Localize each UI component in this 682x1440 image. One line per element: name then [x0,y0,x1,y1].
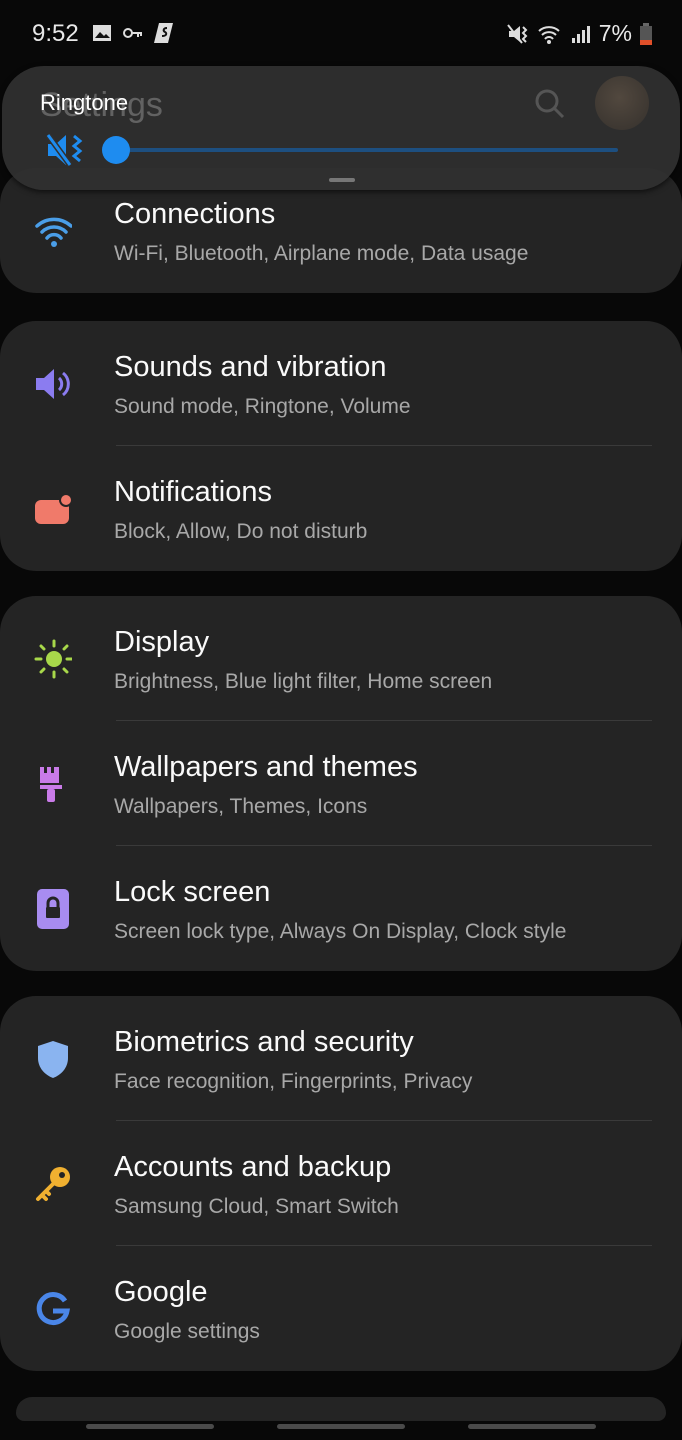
signal-icon [571,25,590,43]
item-title: Biometrics and security [114,1026,414,1058]
settings-item-lock-screen[interactable]: Lock screen Screen lock type, Always On … [0,846,682,971]
item-title: Wallpapers and themes [114,751,418,783]
settings-group-4: Biometrics and security Face recognition… [0,996,682,1371]
expand-handle[interactable] [329,178,355,182]
settings-item-accounts[interactable]: Accounts and backup Samsung Cloud, Smart… [0,1121,682,1246]
settings-group-3: Display Brightness, Blue light filter, H… [0,596,682,971]
vibrate-mute-icon[interactable] [46,132,86,168]
item-title: Lock screen [114,876,271,908]
settings-item-display[interactable]: Display Brightness, Blue light filter, H… [0,596,682,721]
notification-icon [35,493,72,524]
item-subtitle: Sound mode, Ringtone, Volume [114,395,411,418]
item-subtitle: Block, Allow, Do not disturb [114,520,368,543]
google-icon [36,1292,70,1326]
wifi-icon [538,25,560,44]
settings-item-wallpapers[interactable]: Wallpapers and themes Wallpapers, Themes… [0,721,682,846]
volume-panel-background [2,66,680,190]
settings-group-2: Sounds and vibration Sound mode, Rington… [0,321,682,571]
item-subtitle: Wi-Fi, Bluetooth, Airplane mode, Data us… [114,242,529,265]
settings-group-5-partial [16,1397,666,1421]
lock-icon [37,889,69,929]
volume-slider-thumb[interactable] [102,136,130,164]
wifi-icon [35,217,72,247]
item-title: Sounds and vibration [114,351,387,383]
search-icon[interactable] [534,88,566,120]
image-icon [93,25,111,41]
settings-item-notifications[interactable]: Notifications Block, Allow, Do not distu… [0,446,682,571]
vibrate-mute-icon [506,23,528,44]
clock: 9:52 [32,20,79,47]
shield-icon [38,1041,68,1078]
item-subtitle: Brightness, Blue light filter, Home scre… [114,670,493,693]
nav-back-button[interactable] [468,1424,596,1429]
battery-percent: 7% [598,20,632,46]
volume-slider-track[interactable] [114,148,618,152]
item-title: Google [114,1276,208,1308]
speaker-icon [36,369,70,399]
nav-home-button[interactable] [277,1424,405,1429]
vpn-key-icon [123,28,142,38]
item-subtitle: Wallpapers, Themes, Icons [114,795,368,818]
item-title: Notifications [114,476,272,508]
avatar[interactable] [595,76,649,130]
key-icon [36,1167,70,1201]
item-subtitle: Screen lock type, Always On Display, Clo… [114,920,567,943]
item-title: Connections [114,198,276,230]
brush-icon [40,767,62,802]
item-subtitle: Samsung Cloud, Smart Switch [114,1195,399,1218]
settings-item-google[interactable]: Google Google settings [0,1246,682,1371]
settings-item-biometrics[interactable]: Biometrics and security Face recognition… [0,996,682,1121]
sun-icon [34,639,72,679]
battery-low-icon [640,22,652,45]
nav-recents-button[interactable] [86,1424,214,1429]
item-subtitle: Face recognition, Fingerprints, Privacy [114,1070,473,1093]
item-title: Accounts and backup [114,1151,392,1183]
settings-item-sounds[interactable]: Sounds and vibration Sound mode, Rington… [0,321,682,446]
app-s-icon [154,23,173,43]
item-title: Display [114,626,210,658]
item-subtitle: Google settings [114,1320,260,1343]
status-bar: 9:52 7% [0,0,682,66]
